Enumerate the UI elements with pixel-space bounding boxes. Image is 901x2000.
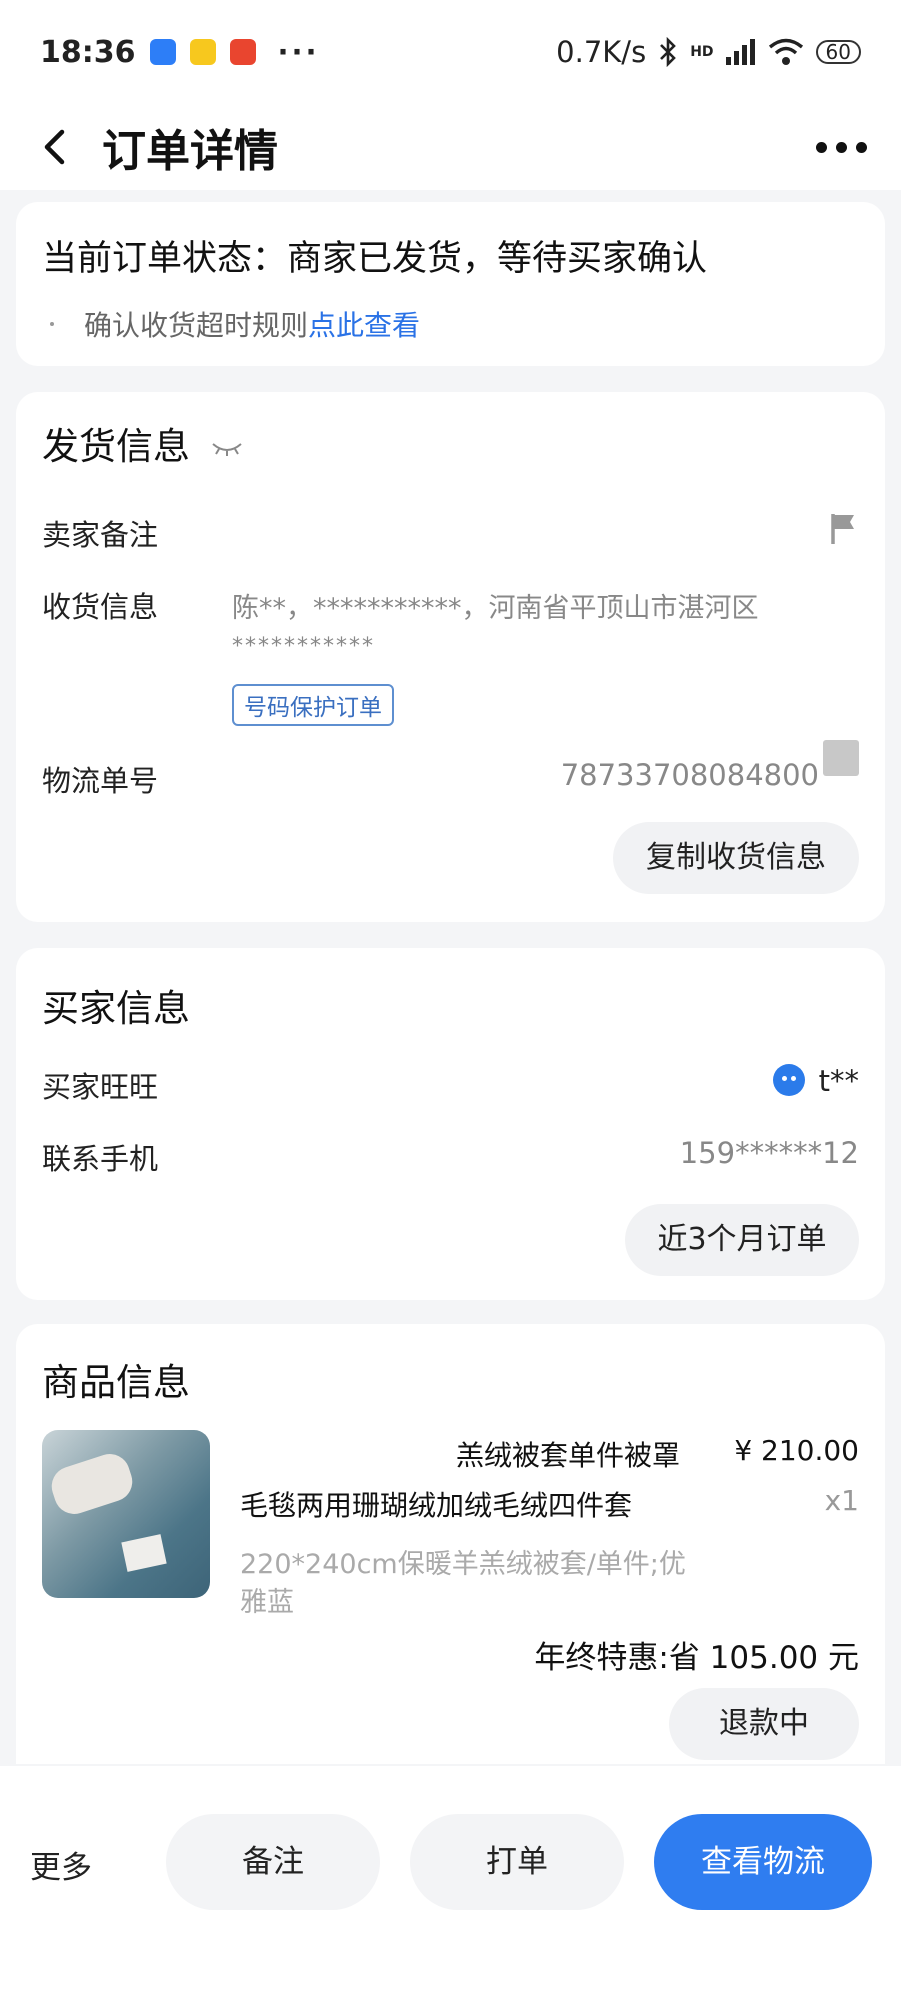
more-options-icon[interactable] [816, 141, 867, 153]
product-name-line2[interactable]: 毛毯两用珊瑚绒加绒毛绒四件套 [240, 1484, 632, 1524]
product-price: ¥ 210.00 [734, 1434, 859, 1467]
product-sku-line2: 雅蓝 [240, 1587, 294, 1618]
refund-status-button[interactable]: 退款中 [669, 1688, 859, 1760]
back-arrow-icon[interactable] [34, 127, 74, 167]
buyer-info-title: 买家信息 [42, 987, 190, 1030]
tracking-number-label: 物流单号 [42, 764, 159, 798]
buyer-wangwang-value[interactable]: t** [819, 1064, 859, 1098]
tracking-number-value: 78733708084800 [560, 758, 819, 792]
order-status-text: 当前订单状态：商家已发货，等待买家确认 [42, 239, 708, 279]
note-button[interactable]: 备注 [166, 1814, 380, 1910]
bullet-dot [50, 322, 54, 326]
timeout-rule-text: 确认收货超时规则 [84, 309, 309, 342]
more-notifications-icon: ··· [277, 35, 320, 69]
status-time: 18:36 [40, 34, 136, 70]
seller-note-label: 卖家备注 [42, 518, 159, 552]
wangwang-chat-icon[interactable] [773, 1064, 805, 1096]
timeout-rule-link[interactable]: 点此查看 [308, 304, 420, 344]
receiver-info-line2: *********** [232, 634, 375, 659]
more-button[interactable]: 更多 [30, 1842, 92, 1887]
contact-phone-label: 联系手机 [42, 1142, 159, 1176]
view-logistics-button[interactable]: 查看物流 [654, 1814, 872, 1910]
order-status-card: 当前订单状态：商家已发货，等待买家确认 确认收货超时规则 点此查看 [16, 202, 885, 366]
nav-bar: 订单详情 [0, 104, 901, 190]
red-app-notification-icon [229, 39, 256, 65]
copy-receiver-info-button[interactable]: 复制收货信息 [613, 822, 859, 894]
product-info-card: 商品信息 羔绒被套单件被罩 ¥ 210.00 毛毯两用珊瑚绒加绒毛绒四件套 x1… [16, 1324, 885, 1764]
flag-icon[interactable] [829, 512, 859, 546]
product-thumbnail[interactable] [42, 1430, 210, 1598]
app-notification-icon [149, 39, 176, 65]
product-info-title: 商品信息 [42, 1361, 190, 1404]
shipping-info-title-text: 发货信息 [42, 425, 190, 468]
product-name-line1[interactable]: 羔绒被套单件被罩 [456, 1434, 680, 1474]
buyer-wangwang-label: 买家旺旺 [42, 1070, 159, 1104]
bluetooth-icon [660, 37, 677, 67]
bottom-action-bar: 更多 备注 打单 查看物流 [0, 1766, 901, 2000]
hd-badge: HD [690, 44, 714, 60]
discount-text: 年终特惠:省 105.00 元 [534, 1640, 859, 1676]
eye-closed-icon[interactable] [210, 439, 244, 459]
timeout-rule: 确认收货超时规则 点此查看 [50, 304, 420, 344]
print-order-button[interactable]: 打单 [410, 1814, 624, 1910]
shipping-info-title: 发货信息 [42, 416, 244, 470]
net-speed: 0.7K/s [556, 35, 647, 69]
shipping-info-card: 发货信息 卖家备注 收货信息 陈**，***********，河南省平顶山市湛河… [16, 392, 885, 922]
wifi-icon [768, 38, 803, 65]
copy-icon[interactable] [823, 740, 859, 776]
status-bar: 18:36 ··· 0.7K/s HD 60 [0, 0, 901, 104]
status-right: 0.7K/s HD 60 [556, 35, 861, 69]
page-title: 订单详情 [102, 126, 278, 177]
buyer-info-card: 买家信息 买家旺旺 t** 联系手机 159******12 近3个月订单 [16, 948, 885, 1300]
signal-icon [725, 39, 755, 65]
recent-orders-button[interactable]: 近3个月订单 [625, 1204, 859, 1276]
meituan-notification-icon [189, 39, 216, 65]
number-protect-tag: 号码保护订单 [232, 684, 394, 726]
receiver-info-label: 收货信息 [42, 590, 159, 624]
battery-icon: 60 [815, 40, 861, 64]
receiver-info-line1: 陈**，***********，河南省平顶山市湛河区 [232, 593, 759, 624]
contact-phone-value[interactable]: 159******12 [680, 1136, 859, 1170]
product-sku-line1: 220*240cm保暖羊羔绒被套/单件;优 [240, 1549, 686, 1580]
product-quantity: x1 [824, 1484, 859, 1517]
